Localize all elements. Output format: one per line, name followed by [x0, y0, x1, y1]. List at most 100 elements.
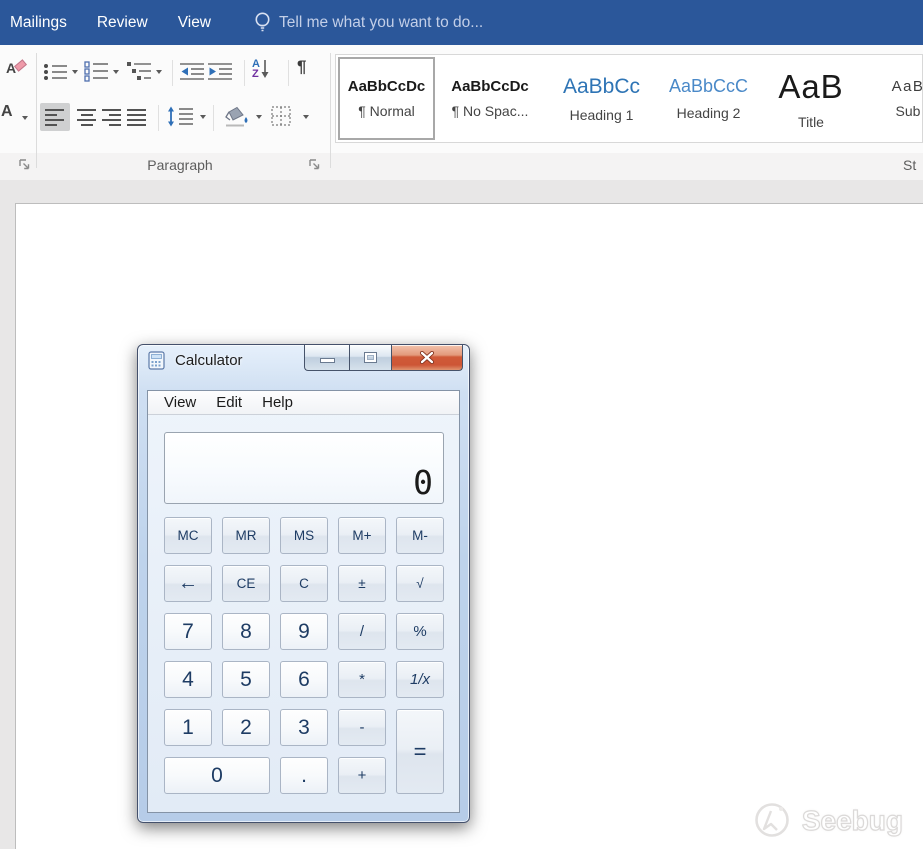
style-normal[interactable]: AaBbCcDc ¶ Normal	[338, 57, 435, 140]
style-sample-title: AaB	[778, 68, 843, 106]
lightbulb-icon	[254, 11, 271, 34]
style-title[interactable]: AaBTitle	[759, 57, 863, 140]
calc-button-multiply[interactable]: *	[338, 661, 386, 698]
calc-button-subtract[interactable]: -	[338, 709, 386, 746]
style-sample-sub: AaB	[892, 78, 923, 95]
minimize-button[interactable]	[304, 345, 349, 371]
show-paragraph-marks-button[interactable]: ¶	[297, 57, 306, 77]
calc-button-memory-subtract[interactable]: M-	[396, 517, 444, 554]
calc-menu-view[interactable]: View	[154, 394, 206, 411]
borders-icon[interactable]	[271, 106, 292, 127]
calc-button-digit-2[interactable]: 2	[222, 709, 270, 746]
calc-button-reciprocal[interactable]: 1/x	[396, 661, 444, 698]
ribbon-tab-review[interactable]: Review	[97, 14, 148, 32]
calc-button-memory-clear[interactable]: MC	[164, 517, 212, 554]
calc-button-memory-add[interactable]: M+	[338, 517, 386, 554]
calc-button-negate[interactable]: ±	[338, 565, 386, 602]
calc-button-digit-1[interactable]: 1	[164, 709, 212, 746]
calc-button-digit-7[interactable]: 7	[164, 613, 212, 650]
ribbon: A A	[0, 45, 923, 180]
clear-formatting-button[interactable]: A	[6, 60, 30, 80]
numbering-dropdown-arrow[interactable]	[113, 70, 119, 74]
style-sub[interactable]: AaBSub	[863, 57, 923, 140]
increase-indent-icon[interactable]	[208, 62, 233, 82]
multilevel-list-icon[interactable]	[126, 61, 153, 82]
calc-button-digit-8[interactable]: 8	[222, 613, 270, 650]
style-label-h1: Heading 1	[570, 107, 634, 123]
bullets-icon[interactable]	[43, 62, 69, 82]
minimize-icon	[321, 359, 334, 362]
tell-me-box[interactable]: Tell me what you want to do...	[254, 0, 483, 45]
borders-dropdown-arrow[interactable]	[303, 115, 309, 119]
calc-button-decimal[interactable]: .	[280, 757, 328, 794]
calc-button-memory-recall[interactable]: MR	[222, 517, 270, 554]
separator	[288, 60, 289, 86]
style-h1[interactable]: AaBbCc Heading 1	[545, 57, 658, 140]
numbering-icon[interactable]	[84, 61, 110, 82]
calc-button-digit-6[interactable]: 6	[280, 661, 328, 698]
decrease-indent-icon[interactable]	[180, 62, 205, 82]
calc-button-add[interactable]: +	[338, 757, 386, 794]
calculator-titlebar[interactable]: Calculator	[148, 351, 243, 370]
justify-icon	[127, 108, 147, 126]
seebug-watermark: Seebug	[750, 799, 903, 843]
bullets-dropdown-arrow[interactable]	[72, 70, 78, 74]
calc-button-divide[interactable]: /	[338, 613, 386, 650]
calculator-client-area: ViewEditHelp 0 MC MR MS M+ M- ← CE C ± √ 789 /% 456 *…	[147, 390, 460, 813]
calc-button-square-root[interactable]: √	[396, 565, 444, 602]
align-center-icon	[77, 108, 97, 126]
paragraph-group-label: Paragraph	[40, 157, 320, 173]
style-label-normal: ¶ Normal	[358, 103, 415, 119]
calculator-window-title: Calculator	[175, 352, 243, 369]
calc-button-clear[interactable]: C	[280, 565, 328, 602]
calc-button-digit-5[interactable]: 5	[222, 661, 270, 698]
calc-button-digit-4[interactable]: 4	[164, 661, 212, 698]
style-h2[interactable]: AaBbCcCHeading 2	[658, 57, 759, 140]
calculator-menubar: ViewEditHelp	[148, 391, 459, 415]
style-nospace[interactable]: AaBbCcDc ¶ No Spac...	[435, 57, 545, 140]
calc-button-percent[interactable]: %	[396, 613, 444, 650]
ribbon-tab-view[interactable]: View	[178, 14, 211, 32]
style-label-nospace: ¶ No Spac...	[452, 103, 529, 119]
close-button[interactable]	[392, 345, 463, 371]
style-sample-h2: AaBbCcC	[669, 76, 748, 97]
style-sample-normal: AaBbCcDc	[348, 78, 426, 95]
font-color-dropdown-arrow[interactable]	[22, 116, 28, 120]
calc-menu-help[interactable]: Help	[252, 394, 303, 411]
font-dialog-launcher-icon[interactable]	[18, 158, 31, 171]
calculator-icon	[148, 351, 167, 370]
group-separator	[36, 53, 37, 168]
separator	[244, 60, 245, 86]
maximize-icon	[365, 353, 376, 362]
font-color-icon: A	[1, 104, 13, 119]
align-left-button[interactable]	[40, 103, 70, 131]
calculator-window: Calculator ViewEditHelp 0 MC MR MS M+ M- ← CE C…	[137, 344, 470, 823]
justify-button[interactable]	[122, 103, 152, 131]
styles-gallery: AaBbCcDc¶ NormalAaBbCcDc¶ No Spac...AaBb…	[335, 54, 923, 143]
multilevel-dropdown-arrow[interactable]	[156, 70, 162, 74]
seebug-logo-icon	[750, 799, 794, 843]
line-spacing-dropdown-arrow[interactable]	[200, 115, 206, 119]
style-sample-h1: AaBbCc	[563, 75, 640, 99]
sort-icon: A Z	[252, 59, 260, 79]
font-color-button[interactable]: A	[1, 104, 13, 119]
calc-button-memory-store[interactable]: MS	[280, 517, 328, 554]
sort-button[interactable]: A Z	[252, 58, 270, 80]
calc-button-digit-3[interactable]: 3	[280, 709, 328, 746]
calc-menu-edit[interactable]: Edit	[206, 394, 252, 411]
calc-button-digit-0[interactable]: 0	[164, 757, 270, 794]
styles-group-label: St	[903, 157, 916, 173]
shading-icon[interactable]	[222, 106, 250, 128]
calc-button-clear-entry[interactable]: CE	[222, 565, 270, 602]
calc-button-equals[interactable]: =	[396, 709, 444, 794]
maximize-button[interactable]	[349, 345, 392, 371]
paragraph-dialog-launcher-icon[interactable]	[308, 158, 321, 171]
line-spacing-icon[interactable]	[167, 106, 194, 127]
ribbon-tab-bar: Mailings Review View Tell me what you want…	[0, 0, 923, 45]
calc-button-digit-9[interactable]: 9	[280, 613, 328, 650]
style-sample-nospace: AaBbCcDc	[451, 78, 529, 95]
seebug-watermark-text: Seebug	[802, 805, 903, 837]
shading-dropdown-arrow[interactable]	[256, 115, 262, 119]
ribbon-tab-mailings[interactable]: Mailings	[10, 14, 67, 32]
calc-button-backspace[interactable]: ←	[164, 565, 212, 602]
